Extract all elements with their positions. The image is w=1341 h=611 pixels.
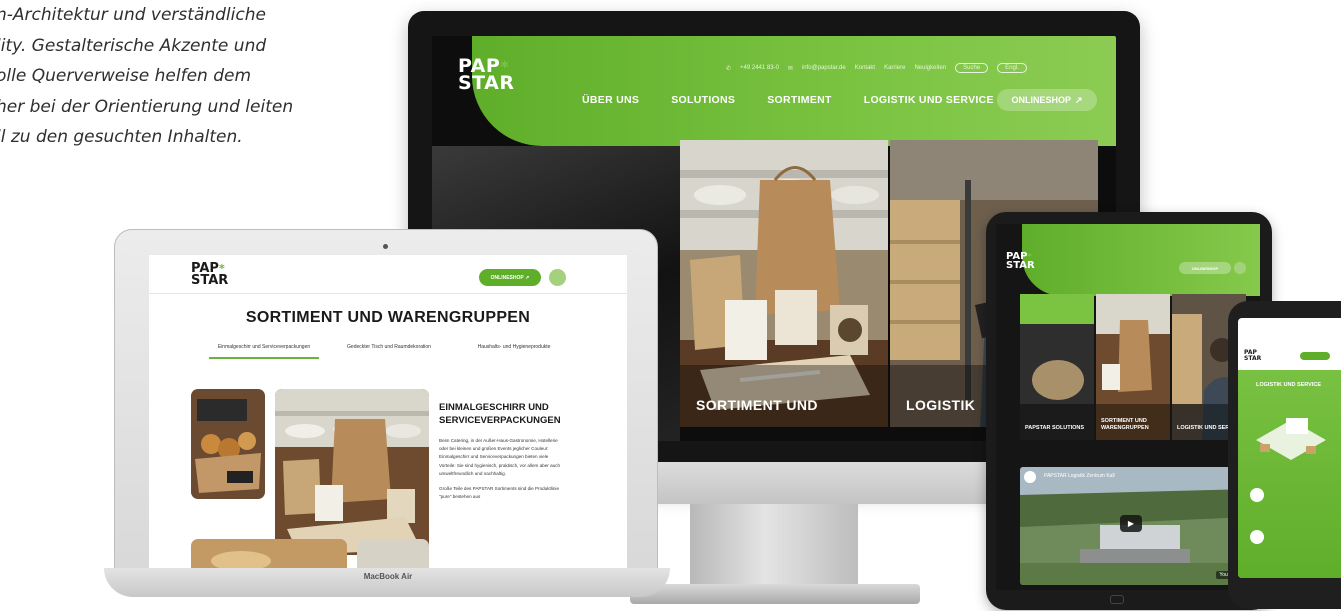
mail-icon: ✉ [787, 65, 793, 72]
tab-einmalgeschirr[interactable]: Einmalgeschirr und Serviceverpackungen [209, 344, 319, 359]
tablet-screen: PAP* STAR ONLINESHOP PAPSTAR SOLUTIONS S… [996, 224, 1260, 590]
menu-button[interactable] [549, 269, 566, 286]
email-link[interactable]: info@papstar.de [802, 65, 846, 71]
product-image-tableware [275, 389, 429, 555]
main-nav: ÜBER UNS SOLUTIONS SORTIMENT LOGISTIK UN… [582, 94, 994, 106]
tab-gedeckter-tisch[interactable]: Gedeckter Tisch und Raumdekoration [334, 344, 444, 359]
product-image-bread [191, 539, 347, 568]
category-tabs: Einmalgeschirr und Serviceverpackungen G… [209, 344, 569, 359]
monitor-base [630, 584, 920, 604]
product-image-snack-box [191, 389, 265, 499]
laptop-screen: PAP* STAR ONLINESHOP ↗ SORTIMENT UND WAR… [149, 255, 627, 568]
article-heading: EINMALGESCHIRR UND SERVICEVERPACKUNGEN [439, 402, 561, 426]
top-info-bar: ✆ +49 2441 83-0 ✉ info@papstar.de Kontak… [726, 63, 1027, 73]
article-text: Beim Catering, in der Außer-Haus-Gastron… [439, 437, 561, 501]
header-green-band [1022, 224, 1260, 296]
panel-sortiment[interactable]: SORTIMENT UND WARENGRUPPEN [1096, 294, 1170, 440]
intro-line: n-Architektur und verständliche [0, 5, 266, 25]
panel-solutions-label: PAPSTAR SOLUTIONS [1025, 425, 1085, 431]
product-image-paper [357, 539, 429, 568]
header-divider [149, 293, 627, 294]
panel-sortiment-label: SORTIMENT UND [696, 397, 818, 413]
panel-sortiment-label: SORTIMENT UND WARENGRUPPEN [1101, 418, 1149, 431]
panel-sortiment[interactable]: SORTIMENT UND [680, 140, 888, 427]
feature-icon [1250, 488, 1264, 502]
language-switch[interactable]: Engl. [997, 63, 1027, 73]
panel-logistik-label: LOGISTIK [906, 397, 976, 413]
top-link-neuigkeiten[interactable]: Neuigkeiten [914, 65, 946, 71]
play-icon[interactable]: ▶ [1120, 515, 1142, 532]
papstar-logo[interactable]: PAP* STAR [191, 262, 228, 287]
onlineshop-button[interactable]: ONLINESHOP ↗ [997, 89, 1097, 111]
solutions-photo [1020, 294, 1094, 440]
video-title: PAPSTAR Logistik Zentrum Kall [1044, 473, 1115, 479]
top-link-kontakt[interactable]: Kontakt [855, 65, 875, 71]
page-title: SORTIMENT UND WARENGRUPPEN [245, 309, 531, 326]
external-link-icon: ↗ [525, 274, 530, 281]
intro-text: n-Architektur und verständliche lity. Ge… [0, 0, 376, 153]
onlineshop-button[interactable]: ONLINESHOP ↗ [479, 269, 541, 286]
laptop-brand: MacBook Air [363, 572, 413, 581]
onlineshop-button[interactable] [1300, 352, 1330, 360]
nav-item-solutions[interactable]: SOLUTIONS [671, 94, 735, 106]
papstar-logo[interactable]: PAP* STAR [1006, 252, 1035, 271]
nav-item-ueber-uns[interactable]: ÜBER UNS [582, 94, 639, 106]
phone-number[interactable]: +49 2441 83-0 [740, 65, 779, 71]
camera-icon [383, 244, 388, 249]
external-link-icon: ↗ [1074, 94, 1083, 105]
menu-button[interactable] [1234, 262, 1246, 274]
sortiment-photo [680, 140, 888, 427]
panel-solutions[interactable]: PAPSTAR SOLUTIONS [1020, 294, 1094, 440]
intro-line: olle Querverweise helfen dem [0, 66, 252, 86]
intro-line: ll zu den gesuchten Inhalten. [0, 127, 243, 147]
feature-icon [1250, 530, 1264, 544]
nav-item-sortiment[interactable]: SORTIMENT [767, 94, 832, 106]
phone-icon: ✆ [726, 65, 732, 72]
intro-line: her bei der Orientierung und leiten [0, 96, 294, 117]
papstar-logo[interactable]: PAP STAR [1244, 350, 1261, 362]
onlineshop-label: ONLINESHOP [1011, 95, 1071, 105]
intro-line: lity. Gestalterische Akzente und [0, 35, 267, 56]
tab-haushalt[interactable]: Haushalts- und Hygieneprodukte [459, 344, 569, 359]
onlineshop-label: ONLINESHOP [490, 274, 524, 281]
papstar-logo[interactable]: PAP* STAR [458, 57, 515, 93]
nav-item-logistik[interactable]: LOGISTIK UND SERVICE [864, 94, 994, 106]
monitor-stand [690, 504, 858, 588]
home-button-icon [1110, 595, 1124, 604]
article-paragraph: Große Teile des PAPSTAR Sortiments sind … [439, 486, 559, 500]
search-input[interactable]: Suche [955, 63, 989, 73]
video-player[interactable]: PAPSTAR Logistik Zentrum Kall ▶ YouTube [1020, 467, 1250, 585]
top-link-karriere[interactable]: Karriere [884, 65, 905, 71]
phone-screen: PAP STAR LOGISTIK UND SERVICE [1238, 318, 1341, 578]
warehouse-illustration [1256, 418, 1326, 460]
onlineshop-button[interactable]: ONLINESHOP [1179, 262, 1231, 274]
article-paragraph: Beim Catering, in der Außer-Haus-Gastron… [439, 438, 561, 476]
page-title: LOGISTIK UND SERVICE [1256, 382, 1321, 388]
